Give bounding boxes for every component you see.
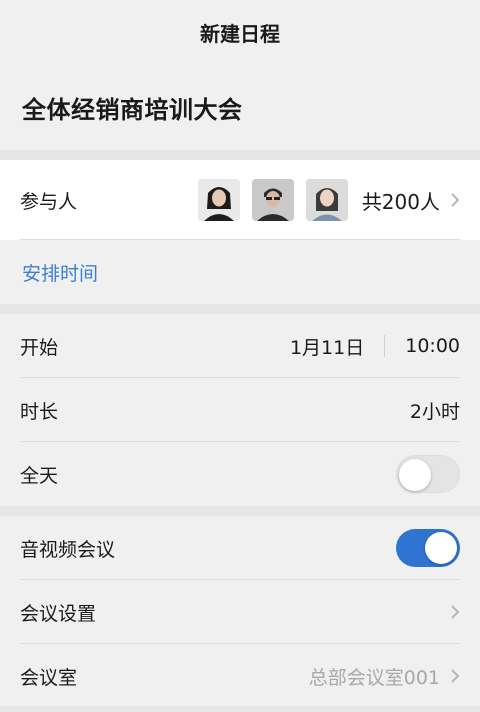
- section-divider: [0, 706, 480, 712]
- event-title-field[interactable]: 全体经销商培训大会: [0, 64, 480, 150]
- participants-count: 共200人: [361, 189, 440, 214]
- start-date[interactable]: 1月11日: [290, 333, 364, 360]
- meeting-room-label: 会议室: [20, 666, 78, 689]
- avatar[interactable]: [197, 179, 240, 221]
- arrange-time-label: 安排时间: [22, 262, 99, 285]
- page-title: 新建日程: [200, 21, 280, 46]
- meeting-settings-row[interactable]: 会议设置: [0, 580, 480, 644]
- participants-row[interactable]: 参与人 共200人: [0, 160, 480, 240]
- arrange-time-link[interactable]: 安排时间: [0, 240, 480, 304]
- duration-label: 时长: [20, 400, 59, 423]
- start-row[interactable]: 开始 1月11日 10:00: [0, 314, 480, 378]
- chevron-right-icon: [451, 605, 460, 619]
- duration-value: 2小时: [409, 400, 460, 423]
- avatar[interactable]: [251, 179, 294, 221]
- participant-avatars: [197, 179, 348, 221]
- nav-bar: 新建日程: [0, 0, 480, 64]
- toggle-knob: [425, 532, 457, 564]
- meeting-room-row[interactable]: 会议室 总部会议室001: [0, 644, 480, 708]
- meeting-settings-label: 会议设置: [20, 602, 97, 625]
- section-divider: [0, 304, 480, 314]
- all-day-toggle[interactable]: [396, 455, 460, 493]
- section-divider: [0, 506, 480, 516]
- event-title: 全体经销商培训大会: [22, 95, 243, 124]
- meeting-room-value: 总部会议室001: [308, 666, 440, 689]
- avatar[interactable]: [305, 179, 348, 221]
- start-time[interactable]: 10:00: [405, 335, 460, 357]
- start-label: 开始: [20, 336, 59, 359]
- section-divider: [0, 150, 480, 160]
- chevron-right-icon: [451, 669, 460, 683]
- date-time-separator: [384, 335, 386, 357]
- video-meeting-label: 音视频会议: [20, 538, 116, 561]
- all-day-label: 全天: [20, 464, 59, 487]
- toggle-knob: [399, 459, 431, 491]
- participants-label: 参与人: [20, 190, 78, 213]
- all-day-row: 全天: [0, 442, 480, 506]
- video-meeting-toggle[interactable]: [396, 529, 460, 567]
- duration-row[interactable]: 时长 2小时: [0, 378, 480, 442]
- video-meeting-row: 音视频会议: [0, 516, 480, 580]
- chevron-right-icon: [451, 193, 460, 207]
